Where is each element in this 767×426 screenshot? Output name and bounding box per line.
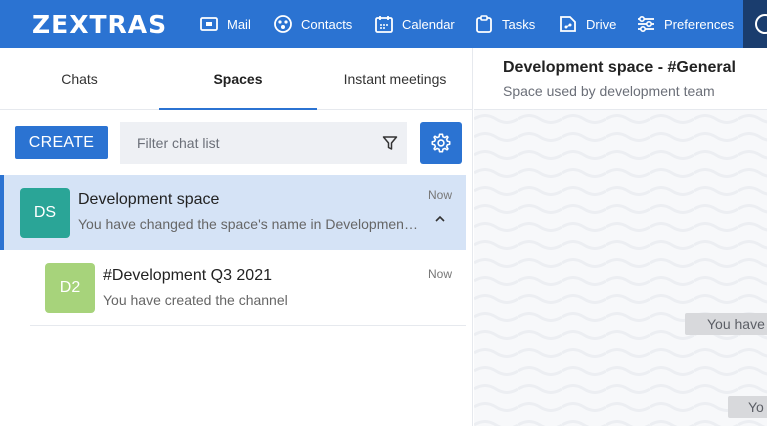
space-last-message: You have changed the space's name in Dev… <box>78 216 418 232</box>
nav-drive-label: Drive <box>586 16 617 32</box>
calendar-icon <box>375 16 393 33</box>
nav-preferences[interactable]: Preferences <box>636 0 734 48</box>
chat-background-pattern <box>474 110 767 426</box>
conversation-header: Development space - #General Space used … <box>474 48 767 110</box>
nav-calendar-label: Calendar <box>402 16 455 32</box>
nav-preferences-label: Preferences <box>664 16 735 32</box>
channel-timestamp: Now <box>428 267 453 281</box>
settings-button[interactable] <box>420 122 462 164</box>
channel-row[interactable]: D2 #Development Q3 2021 You have created… <box>30 251 466 326</box>
more-icon <box>755 14 767 34</box>
tab-chats[interactable]: Chats <box>0 48 159 110</box>
nav-mail[interactable]: Mail <box>199 0 251 48</box>
nav-calendar[interactable]: Calendar <box>374 0 455 48</box>
gear-icon <box>431 133 451 153</box>
drive-icon <box>560 16 576 32</box>
filter-icon[interactable] <box>382 135 398 151</box>
conversation-panel: Development space - #General Space used … <box>474 48 767 426</box>
filter-input[interactable] <box>120 135 360 151</box>
space-row[interactable]: DS Development space You have changed th… <box>0 175 466 250</box>
nav-contacts-label: Contacts <box>301 16 353 32</box>
preferences-icon <box>638 15 654 33</box>
nav-tasks[interactable]: Tasks <box>474 0 535 48</box>
top-bar: ZEXTRAS Mail Contacts Calendar Tasks Dri… <box>0 0 767 48</box>
conversation-title: Development space - #General <box>503 59 736 76</box>
conversation-subtitle: Space used by development team <box>503 83 715 99</box>
avatar: DS <box>20 188 70 238</box>
tab-bar: Chats Spaces Instant meetings <box>0 48 473 110</box>
app-logo: ZEXTRAS <box>32 10 168 39</box>
channel-title: #Development Q3 2021 <box>103 267 272 284</box>
space-title: Development space <box>78 191 220 208</box>
active-tab-indicator <box>159 108 317 110</box>
contacts-icon <box>274 15 292 33</box>
tasks-icon <box>476 15 492 33</box>
more-apps-button[interactable] <box>743 0 767 48</box>
tab-spaces[interactable]: Spaces <box>159 48 317 110</box>
avatar: D2 <box>45 263 95 313</box>
create-button[interactable]: CREATE <box>15 126 108 159</box>
message-bubble: Yo <box>728 396 767 418</box>
nav-mail-label: Mail <box>227 16 251 32</box>
chevron-up-icon[interactable] <box>434 213 446 225</box>
nav-tasks-label: Tasks <box>502 16 536 32</box>
chat-sidebar: Chats Spaces Instant meetings CREATE DS … <box>0 48 473 426</box>
nav-drive[interactable]: Drive <box>558 0 616 48</box>
nav-contacts[interactable]: Contacts <box>273 0 352 48</box>
space-timestamp: Now <box>428 188 453 202</box>
filter-field[interactable] <box>120 122 407 164</box>
tab-instant-meetings[interactable]: Instant meetings <box>317 48 473 110</box>
message-bubble: You have <box>685 313 767 335</box>
mail-icon <box>200 17 218 31</box>
channel-last-message: You have created the channel <box>103 292 288 308</box>
